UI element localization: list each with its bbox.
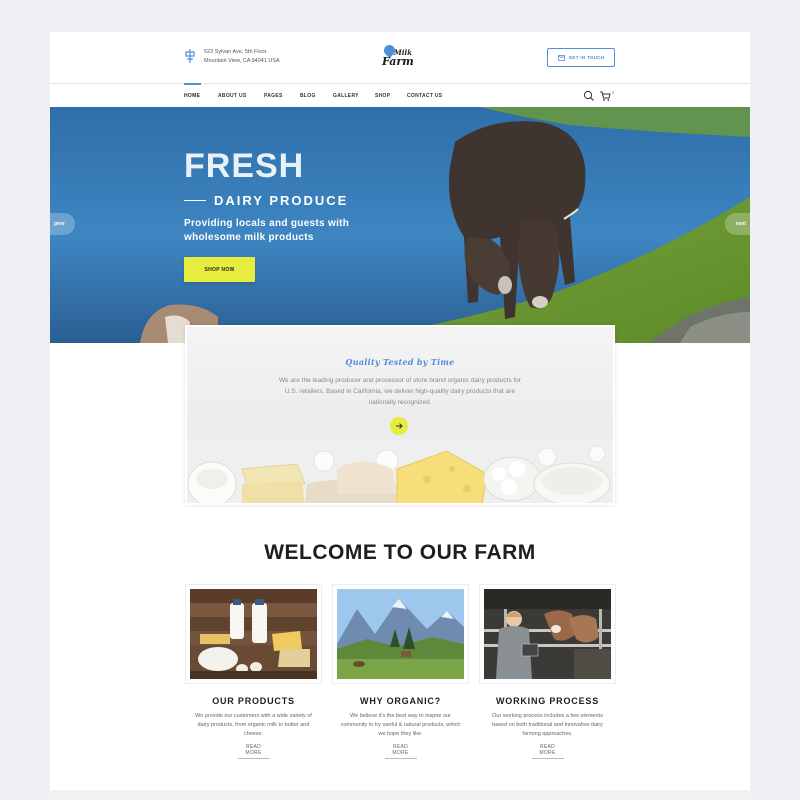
- feature-image-frame: [332, 584, 469, 684]
- subtitle-line: [184, 200, 206, 201]
- read-more-link[interactable]: READ MORE: [531, 744, 564, 759]
- address-block: 523 Sylvan Ave, 5th Floor Mountain View,…: [184, 48, 280, 66]
- slider-next-button[interactable]: next: [725, 213, 750, 235]
- nav-item-blog[interactable]: BLOG: [300, 84, 316, 108]
- hero-subtitle-text: DAIRY PRODUCE: [214, 193, 349, 208]
- mountain-meadow-photo: [337, 589, 464, 679]
- shop-now-button[interactable]: SHOP NOW: [184, 257, 255, 282]
- get-in-touch-button[interactable]: GET IN TOUCH: [547, 48, 615, 67]
- hero-title: FRESH: [184, 147, 305, 185]
- read-more-link[interactable]: READ MORE: [384, 744, 417, 759]
- feature-image-frame: [479, 584, 616, 684]
- site-logo[interactable]: Milk Farm: [380, 42, 420, 70]
- quality-card: Quality Tested by Time We are the leadin…: [185, 325, 615, 505]
- address-line-2: Mountain View, CA 94041 USA: [204, 58, 280, 64]
- read-more-link[interactable]: READ MORE: [237, 744, 270, 759]
- cart-icon[interactable]: [599, 90, 611, 102]
- site-header: 523 Sylvan Ave, 5th Floor Mountain View,…: [50, 32, 750, 84]
- feature-card-organic: WHY ORGANIC? We believe it's the best wa…: [332, 584, 469, 759]
- hero-slider: FRESH DAIRY PRODUCE Providing locals and…: [50, 107, 750, 343]
- arrow-right-icon: [395, 423, 403, 429]
- envelope-icon: [557, 54, 565, 61]
- feature-text: Our working process includes a few eleme…: [492, 713, 603, 737]
- feature-title: WORKING PROCESS: [495, 696, 599, 706]
- dairy-products-photo: [190, 589, 317, 679]
- quality-title: Quality Tested by Time: [345, 357, 455, 367]
- address-line-1: 523 Sylvan Ave, 5th Floor: [204, 49, 267, 55]
- feature-card-process: WORKING PROCESS Our working process incl…: [479, 584, 616, 759]
- nav-item-gallery[interactable]: GALLERY: [333, 84, 359, 108]
- location-icon: [185, 49, 195, 63]
- quality-arrow-button[interactable]: [390, 417, 408, 435]
- farm-worker-photo: [484, 589, 611, 679]
- nav-item-about-us[interactable]: ABOUT US: [218, 84, 247, 108]
- dairy-products-image: [187, 439, 613, 503]
- quality-text: We are the leading producer and processo…: [279, 377, 521, 406]
- footer-strip: [50, 790, 750, 800]
- feature-title: OUR PRODUCTS: [212, 696, 295, 706]
- logo-word-2: Farm: [382, 55, 414, 68]
- nav-item-contact-us[interactable]: CONTACT US: [407, 84, 442, 108]
- feature-image-frame: [185, 584, 322, 684]
- search-icon[interactable]: [583, 90, 595, 102]
- feature-text: We provide our customers with a wide var…: [195, 713, 312, 737]
- feature-text: We believe it's the best way to inspire …: [340, 713, 461, 737]
- feature-title: WHY ORGANIC?: [360, 696, 441, 706]
- hero-cow-image: [50, 107, 750, 343]
- hero-description: Providing locals and guests with wholeso…: [184, 218, 350, 243]
- feature-card-products: OUR PRODUCTS We provide our customers wi…: [185, 584, 322, 759]
- get-in-touch-label: GET IN TOUCH: [568, 55, 605, 60]
- nav-item-home[interactable]: HOME: [184, 83, 202, 108]
- slider-prev-button[interactable]: prev: [50, 213, 75, 235]
- nav-item-shop[interactable]: SHOP: [375, 84, 390, 108]
- page-container: 523 Sylvan Ave, 5th Floor Mountain View,…: [50, 32, 750, 800]
- main-nav: HOME ABOUT US PAGES BLOG GALLERY SHOP CO…: [50, 83, 750, 107]
- welcome-title: WELCOME TO OUR FARM: [264, 541, 536, 564]
- cart-count: 0: [612, 90, 615, 95]
- nav-item-pages[interactable]: PAGES: [264, 84, 283, 108]
- hero-subtitle: DAIRY PRODUCE: [184, 193, 348, 208]
